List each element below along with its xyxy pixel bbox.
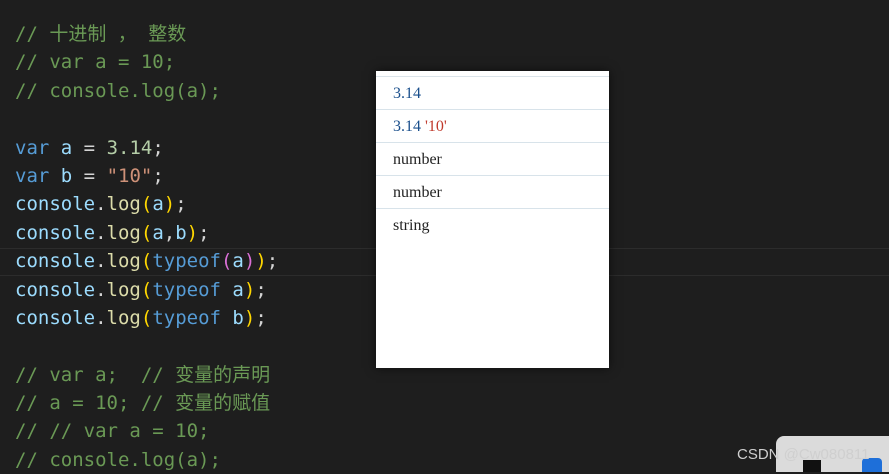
number-literal: 3.14 xyxy=(106,136,153,159)
code-line-4-empty xyxy=(15,105,278,133)
identifier-a: a xyxy=(60,136,73,159)
console-row-2: 3.14 '10' xyxy=(376,110,609,143)
code-line-6: var b = "10"; xyxy=(15,162,278,190)
console-object: console xyxy=(15,250,96,273)
comma: , xyxy=(163,221,176,244)
paren-close: ) xyxy=(255,250,267,273)
code-line-10: console.log(typeof a); xyxy=(15,276,278,304)
code-line-3: // console.log(a); xyxy=(15,79,221,102)
semicolon: ; xyxy=(255,278,267,301)
paren-close: ) xyxy=(163,193,176,216)
paren-open: ( xyxy=(140,306,153,329)
log-function: log xyxy=(106,250,141,273)
paren-open: ( xyxy=(140,193,153,216)
console-object: console xyxy=(15,221,96,244)
code-line-13: // var a; // 变量的声明 xyxy=(15,363,271,386)
arg-a: a xyxy=(152,221,164,244)
paren-close: ) xyxy=(243,278,256,301)
log-function: log xyxy=(106,278,141,301)
console-row-3: number xyxy=(376,143,609,176)
keyword-typeof: typeof xyxy=(152,278,221,301)
paren-close: ) xyxy=(243,306,256,329)
code-line-8: console.log(a,b); xyxy=(15,219,278,247)
arg-b: b xyxy=(232,306,244,329)
keyword-var: var xyxy=(15,136,50,159)
semicolon: ; xyxy=(175,193,187,216)
dot: . xyxy=(95,250,107,273)
paren-close-inner: ) xyxy=(243,250,256,273)
operator-assign: = xyxy=(72,164,107,187)
code-line-15: // // var a = 10; xyxy=(15,420,210,443)
arg-a: a xyxy=(232,278,244,301)
keyword-typeof: typeof xyxy=(152,250,221,273)
code-block: // 十进制 ， 整数 // var a = 10; // console.lo… xyxy=(15,20,278,474)
code-line-12-empty xyxy=(15,332,278,360)
console-row-5: string xyxy=(393,217,430,234)
dot: . xyxy=(95,306,107,329)
code-line-9: console.log(typeof(a)); xyxy=(15,247,278,275)
console-output-panel: 3.14 3.14 '10' number number string xyxy=(376,71,609,368)
log-function: log xyxy=(106,306,141,329)
code-line-16: // console.log(a); xyxy=(15,448,221,471)
identifier-b: b xyxy=(60,164,73,187)
keyword-var: var xyxy=(15,164,50,187)
semicolon: ; xyxy=(152,136,164,159)
dot: . xyxy=(95,221,107,244)
csdn-watermark: CSDN @Cw080811 xyxy=(737,446,870,463)
console-number: 3.14 xyxy=(393,118,421,135)
console-object: console xyxy=(15,193,96,216)
code-line-2: // var a = 10; xyxy=(15,51,176,74)
paren-open: ( xyxy=(140,221,153,244)
semicolon: ; xyxy=(198,221,210,244)
code-line-5: var a = 3.14; xyxy=(15,134,278,162)
log-function: log xyxy=(106,193,141,216)
arg-a: a xyxy=(152,193,164,216)
console-object: console xyxy=(15,278,96,301)
operator-assign: = xyxy=(72,136,107,159)
keyword-typeof: typeof xyxy=(152,306,221,329)
paren-open: ( xyxy=(140,250,153,273)
paren-open: ( xyxy=(140,278,153,301)
console-number: 3.14 xyxy=(393,85,421,102)
code-line-14: // a = 10; // 变量的赋值 xyxy=(15,392,271,415)
semicolon: ; xyxy=(152,164,164,187)
console-object: console xyxy=(15,306,96,329)
log-function: log xyxy=(106,221,141,244)
semicolon: ; xyxy=(255,306,267,329)
console-string: '10' xyxy=(421,118,447,135)
console-row-4: number xyxy=(376,176,609,209)
paren-open-inner: ( xyxy=(220,250,233,273)
paren-close: ) xyxy=(186,221,199,244)
code-line-7: console.log(a); xyxy=(15,190,278,218)
arg-a: a xyxy=(232,250,244,273)
code-line-11: console.log(typeof b); xyxy=(15,304,278,332)
code-line-1: // 十进制 ， 整数 xyxy=(15,23,187,45)
string-literal: "10" xyxy=(106,164,153,187)
arg-b: b xyxy=(175,221,187,244)
dot: . xyxy=(95,193,107,216)
console-row-1: 3.14 xyxy=(376,77,609,110)
dot: . xyxy=(95,278,107,301)
semicolon: ; xyxy=(266,250,279,273)
